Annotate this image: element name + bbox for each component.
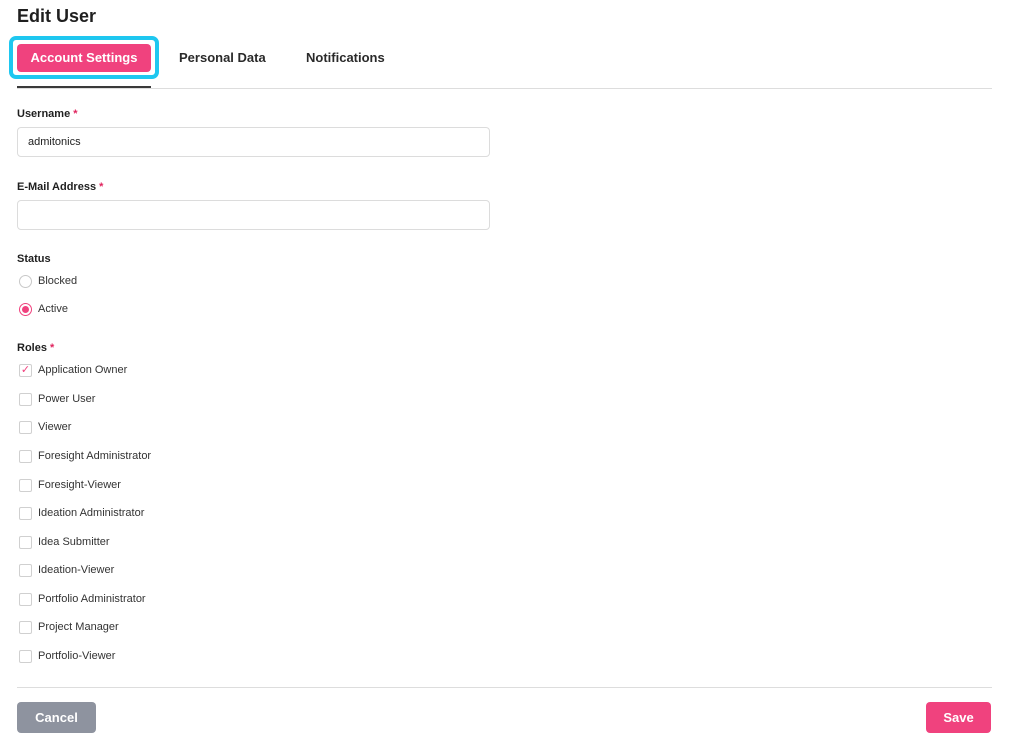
checkbox-idea-submitter[interactable] — [19, 535, 32, 549]
role-option-ideation-administrator[interactable]: Ideation Administrator — [19, 505, 144, 521]
roles-label-text: Roles — [17, 342, 47, 354]
role-option-label: Foresight-Viewer — [38, 479, 121, 491]
checkbox-ideation-administrator[interactable] — [19, 506, 32, 520]
page-title: Edit User — [17, 6, 97, 26]
role-option-portfolio-administrator[interactable]: Portfolio Administrator — [19, 591, 146, 607]
role-option-label: Project Manager — [38, 621, 119, 633]
role-option-foresight-administrator[interactable]: Foresight Administrator — [19, 448, 151, 464]
tab-notifications[interactable]: Notifications — [306, 44, 385, 72]
role-option-label: Application Owner — [38, 364, 128, 376]
checkbox-power-user[interactable] — [19, 392, 32, 406]
role-option-foresight-viewer[interactable]: Foresight-Viewer — [19, 477, 121, 493]
checkbox-ideation-viewer[interactable] — [19, 563, 32, 577]
cancel-button[interactable]: Cancel — [17, 702, 96, 733]
checkbox-foresight-administrator[interactable] — [19, 449, 32, 463]
role-option-label: Viewer — [38, 421, 72, 433]
tabs-divider — [17, 88, 992, 89]
role-option-label: Portfolio Administrator — [38, 593, 146, 605]
radio-active[interactable] — [19, 302, 32, 316]
role-option-project-manager[interactable]: Project Manager — [19, 619, 119, 635]
role-option-power-user[interactable]: Power User — [19, 391, 95, 407]
role-option-label: Portfolio-Viewer — [38, 650, 116, 662]
radio-blocked[interactable] — [19, 274, 32, 288]
role-option-portfolio-viewer[interactable]: Portfolio-Viewer — [19, 648, 115, 664]
status-option-label: Blocked — [38, 275, 78, 287]
checkbox-foresight-viewer[interactable] — [19, 478, 32, 492]
role-option-label: Idea Submitter — [38, 536, 110, 548]
role-option-label: Ideation-Viewer — [38, 564, 115, 576]
check-icon: ✓ — [20, 363, 31, 376]
checkbox-portfolio-viewer[interactable] — [19, 649, 32, 663]
tab-account-settings[interactable]: Account Settings — [17, 44, 151, 72]
role-option-label: Power User — [38, 393, 96, 405]
status-label: Status — [17, 253, 51, 265]
username-label: Username * — [17, 108, 77, 120]
roles-label: Roles * — [17, 342, 54, 354]
role-option-viewer[interactable]: Viewer — [19, 419, 71, 435]
required-mark: * — [99, 181, 104, 193]
username-input[interactable] — [17, 127, 490, 157]
checkbox-portfolio-administrator[interactable] — [19, 592, 32, 606]
required-mark: * — [49, 342, 55, 354]
role-option-idea-submitter[interactable]: Idea Submitter — [19, 534, 110, 550]
username-label-text: Username — [17, 108, 71, 120]
status-option-blocked[interactable]: Blocked — [19, 273, 77, 289]
status-option-active[interactable]: Active — [19, 301, 68, 317]
email-label: E-Mail Address * — [17, 181, 103, 193]
checkbox-project-manager[interactable] — [19, 620, 32, 634]
save-button[interactable]: Save — [926, 702, 991, 733]
email-label-text: E-Mail Address — [17, 181, 97, 193]
tab-personal-data[interactable]: Personal Data — [179, 44, 266, 72]
status-option-label: Active — [38, 303, 68, 315]
required-mark: * — [73, 108, 78, 120]
role-option-label: Ideation Administrator — [38, 507, 145, 519]
checkbox-application-owner[interactable]: ✓ — [19, 363, 32, 377]
role-option-ideation-viewer[interactable]: Ideation-Viewer — [19, 562, 114, 578]
tab-bar: Account Settings Personal Data Notificat… — [9, 36, 992, 88]
role-option-label: Foresight Administrator — [38, 450, 152, 462]
checkbox-viewer[interactable] — [19, 420, 32, 434]
role-option-application-owner[interactable]: ✓ Application Owner — [19, 362, 127, 378]
email-input[interactable] — [17, 200, 490, 230]
footer-divider — [17, 687, 992, 688]
